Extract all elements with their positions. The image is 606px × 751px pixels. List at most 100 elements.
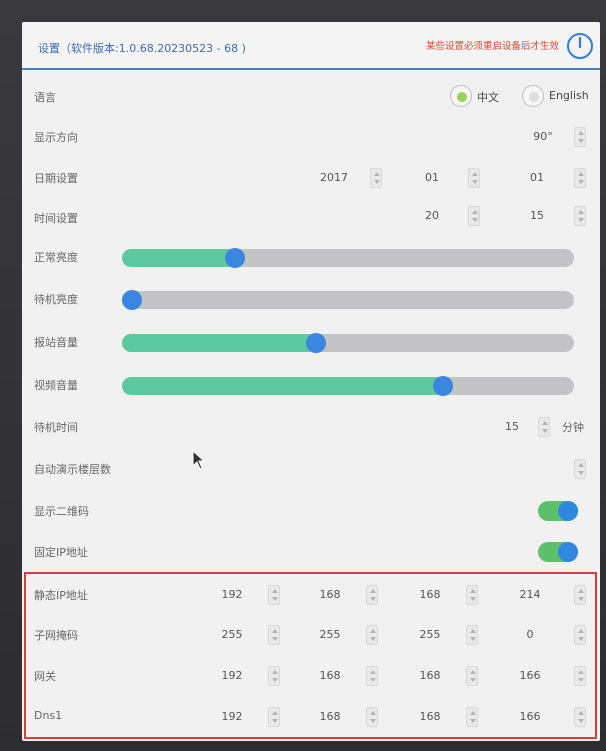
spinner-arrows-icon[interactable] bbox=[468, 168, 480, 188]
standby-brightness-slider[interactable] bbox=[122, 290, 574, 310]
subnet-octet-4[interactable]: 0 bbox=[496, 622, 588, 648]
dns1-octet-2[interactable]: 168 bbox=[300, 704, 380, 730]
spinner-arrows-icon[interactable] bbox=[574, 459, 586, 479]
octet-value: 168 bbox=[319, 588, 341, 601]
spinner-arrows-icon[interactable] bbox=[574, 707, 586, 727]
spinner-arrows-icon[interactable] bbox=[574, 206, 586, 226]
date-row: 日期设置 2017 01 01 bbox=[22, 158, 600, 198]
fixed-ip-label: 固定IP地址 bbox=[34, 546, 88, 559]
year-spinner[interactable]: 2017 bbox=[304, 165, 384, 191]
show-qr-label: 显示二维码 bbox=[34, 505, 89, 518]
spinner-arrows-icon[interactable] bbox=[268, 666, 280, 686]
dns1-octet-3[interactable]: 168 bbox=[400, 704, 480, 730]
spinner-arrows-icon[interactable] bbox=[370, 168, 382, 188]
month-spinner[interactable]: 01 bbox=[412, 165, 484, 191]
year-value: 2017 bbox=[320, 171, 348, 184]
announce-volume-row: 报站音量 bbox=[22, 322, 600, 362]
slider-handle[interactable] bbox=[122, 290, 142, 310]
static-ip-octet-2[interactable]: 168 bbox=[300, 582, 380, 608]
demo-floors-value bbox=[522, 456, 568, 482]
dns1-octet-4[interactable]: 166 bbox=[496, 704, 588, 730]
standby-time-spinner[interactable]: 15 bbox=[492, 414, 552, 440]
static-ip-octet-4[interactable]: 214 bbox=[496, 582, 588, 608]
spinner-arrows-icon[interactable] bbox=[466, 666, 478, 686]
video-volume-slider[interactable] bbox=[122, 376, 574, 396]
slider-fill bbox=[122, 249, 235, 267]
radio-selected-icon bbox=[450, 85, 472, 107]
spinner-arrows-icon[interactable] bbox=[574, 666, 586, 686]
slider-handle[interactable] bbox=[432, 376, 453, 396]
spinner-arrows-icon[interactable] bbox=[574, 168, 586, 188]
month-value: 01 bbox=[425, 171, 439, 184]
spinner-arrows-icon[interactable] bbox=[268, 707, 280, 727]
spinner-arrows-icon[interactable] bbox=[366, 625, 378, 645]
spinner-arrows-icon[interactable] bbox=[468, 206, 480, 226]
slider-fill bbox=[122, 377, 443, 395]
settings-screen: 设置（软件版本:1.0.68.20230523 - 68 ) 某些设置必须重启设… bbox=[22, 22, 600, 741]
demo-floors-label: 自动演示楼层数 bbox=[34, 463, 111, 476]
restart-notice: 某些设置必须重启设备后才生效 bbox=[426, 41, 560, 52]
spinner-arrows-icon[interactable] bbox=[574, 127, 586, 147]
demo-floors-spinner[interactable] bbox=[522, 456, 588, 482]
static-ip-octet-3[interactable]: 168 bbox=[400, 582, 480, 608]
day-spinner[interactable]: 01 bbox=[514, 165, 588, 191]
hour-spinner[interactable]: 20 bbox=[412, 203, 484, 229]
demo-floors-row: 自动演示楼层数 bbox=[22, 449, 600, 489]
slider-handle[interactable] bbox=[225, 248, 245, 268]
power-icon[interactable] bbox=[566, 32, 594, 60]
device-bezel: 设置（软件版本:1.0.68.20230523 - 68 ) 某些设置必须重启设… bbox=[0, 0, 606, 751]
spinner-arrows-icon[interactable] bbox=[268, 585, 280, 605]
orientation-row: 显示方向 90° bbox=[22, 117, 600, 157]
spinner-arrows-icon[interactable] bbox=[574, 585, 586, 605]
standby-time-unit: 分钟 bbox=[562, 421, 584, 434]
orientation-value: 90° bbox=[533, 130, 553, 143]
fixed-ip-toggle[interactable] bbox=[538, 542, 578, 562]
language-option-label: 中文 bbox=[477, 91, 499, 104]
announce-volume-slider[interactable] bbox=[122, 333, 574, 353]
spinner-arrows-icon[interactable] bbox=[366, 707, 378, 727]
static-ip-row: 静态IP地址 192 168 168 214 bbox=[22, 575, 600, 615]
show-qr-toggle[interactable] bbox=[538, 501, 578, 521]
language-row: 语言 中文 English bbox=[22, 77, 600, 117]
normal-brightness-row: 正常亮度 bbox=[22, 237, 600, 277]
octet-value: 168 bbox=[419, 588, 441, 601]
day-value: 01 bbox=[530, 171, 544, 184]
gateway-octet-3[interactable]: 168 bbox=[400, 663, 480, 689]
octet-value: 192 bbox=[221, 588, 243, 601]
dns1-label: Dns1 bbox=[34, 709, 63, 722]
minute-spinner[interactable]: 15 bbox=[514, 203, 588, 229]
time-row: 时间设置 20 15 bbox=[22, 198, 600, 238]
spinner-arrows-icon[interactable] bbox=[466, 585, 478, 605]
spinner-arrows-icon[interactable] bbox=[366, 585, 378, 605]
spinner-arrows-icon[interactable] bbox=[574, 625, 586, 645]
gateway-octet-4[interactable]: 166 bbox=[496, 663, 588, 689]
spinner-arrows-icon[interactable] bbox=[466, 707, 478, 727]
static-ip-label: 静态IP地址 bbox=[34, 589, 88, 602]
toggle-knob bbox=[558, 501, 578, 521]
subnet-label: 子网掩码 bbox=[34, 629, 78, 642]
gateway-label: 网关 bbox=[34, 670, 56, 683]
spinner-arrows-icon[interactable] bbox=[268, 625, 280, 645]
static-ip-octet-1[interactable]: 192 bbox=[202, 582, 282, 608]
octet-value: 255 bbox=[221, 628, 243, 641]
settings-header: 设置（软件版本:1.0.68.20230523 - 68 ) 某些设置必须重启设… bbox=[22, 22, 600, 70]
normal-brightness-slider[interactable] bbox=[122, 248, 574, 268]
orientation-spinner[interactable]: 90° bbox=[518, 124, 588, 150]
gateway-octet-2[interactable]: 168 bbox=[300, 663, 380, 689]
slider-handle[interactable] bbox=[306, 333, 327, 353]
language-option-english[interactable]: English bbox=[522, 85, 598, 109]
subnet-octet-1[interactable]: 255 bbox=[202, 622, 282, 648]
subnet-octet-3[interactable]: 255 bbox=[400, 622, 480, 648]
subnet-octet-2[interactable]: 255 bbox=[300, 622, 380, 648]
radio-unselected-icon bbox=[522, 85, 544, 107]
language-option-chinese[interactable]: 中文 bbox=[450, 85, 520, 109]
octet-value: 192 bbox=[221, 669, 243, 682]
gateway-octet-1[interactable]: 192 bbox=[202, 663, 282, 689]
spinner-arrows-icon[interactable] bbox=[538, 417, 550, 437]
dns1-octet-1[interactable]: 192 bbox=[202, 704, 282, 730]
slider-fill bbox=[122, 334, 317, 352]
spinner-arrows-icon[interactable] bbox=[466, 625, 478, 645]
spinner-arrows-icon[interactable] bbox=[366, 666, 378, 686]
hour-value: 20 bbox=[425, 209, 439, 222]
show-qr-row: 显示二维码 bbox=[22, 491, 600, 531]
